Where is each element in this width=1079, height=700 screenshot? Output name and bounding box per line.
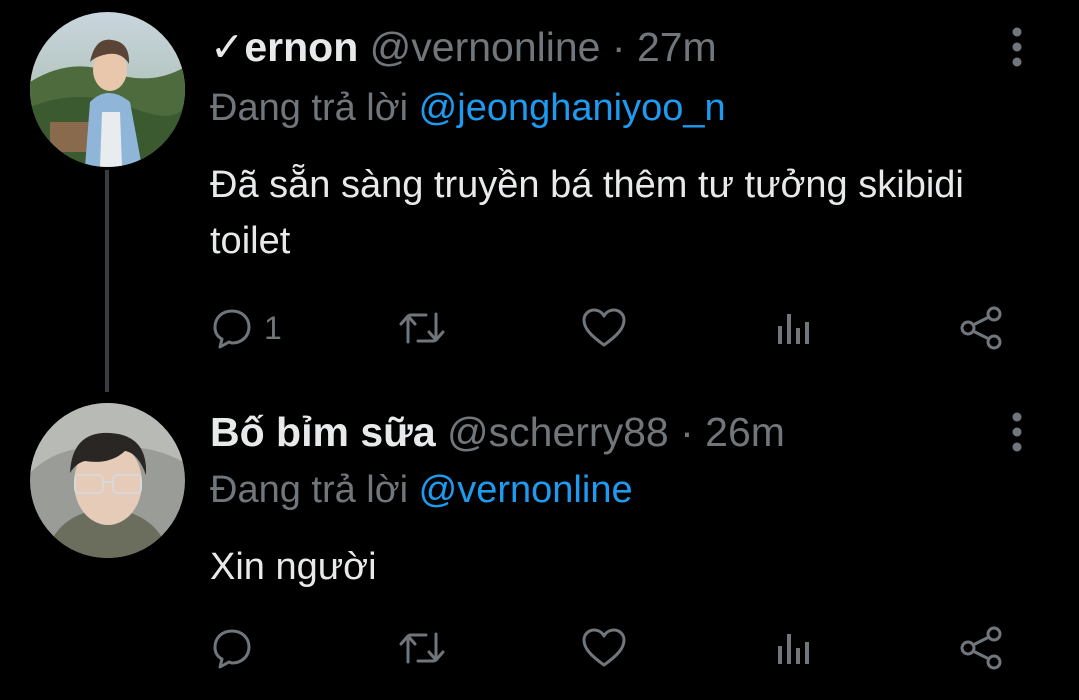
- tweet-text: Xin người: [210, 546, 377, 588]
- tweet[interactable]: Bố bỉm sữa @scherry88 · 26m Đang trả lời…: [0, 380, 1079, 700]
- bar-chart-icon: [778, 634, 809, 664]
- retweet-button[interactable]: [396, 618, 448, 678]
- reply-prefix: Đang trả lời: [210, 469, 409, 511]
- user-handle[interactable]: @scherry88: [447, 409, 669, 455]
- avatar[interactable]: [30, 12, 185, 167]
- speech-bubble-icon: [213, 629, 251, 669]
- share-button[interactable]: [958, 298, 1006, 358]
- bar-chart-icon: [778, 314, 809, 344]
- vertical-dots-icon[interactable]: [1005, 22, 1029, 72]
- like-button[interactable]: [580, 618, 628, 678]
- share-icon: [960, 306, 1002, 350]
- reply-button[interactable]: 1: [210, 298, 282, 358]
- retweet-icon: [399, 312, 445, 344]
- share-button[interactable]: [958, 618, 1006, 678]
- tweet[interactable]: ✓ernon @vernonline · 27m Đang trả lời @j…: [0, 0, 1079, 380]
- reply-mention-link[interactable]: @vernonline: [419, 469, 633, 511]
- reply-context: Đang trả lời @jeonghaniyoo_n: [210, 80, 726, 136]
- view-stats-button[interactable]: [772, 618, 816, 678]
- separator: ·: [680, 409, 694, 455]
- speech-bubble-icon: [213, 309, 251, 349]
- tweet-header: Bố bỉm sữa @scherry88 · 26m: [210, 402, 989, 462]
- reply-mention-link[interactable]: @jeonghaniyoo_n: [419, 87, 726, 129]
- tweet-text: Đã sẵn sàng truyền bá thêm tư tưởng skib…: [210, 164, 964, 262]
- retweet-button[interactable]: [396, 298, 448, 358]
- reply-prefix: Đang trả lời: [210, 87, 409, 129]
- view-stats-button[interactable]: [772, 298, 816, 358]
- display-name[interactable]: Bố bỉm sữa: [210, 409, 436, 455]
- share-icon: [960, 626, 1002, 670]
- heart-icon: [582, 308, 626, 347]
- vertical-dots-icon[interactable]: [1005, 407, 1029, 457]
- heart-icon: [582, 628, 626, 667]
- tweet-header: ✓ernon @vernonline · 27m: [210, 17, 989, 77]
- like-button[interactable]: [580, 298, 628, 358]
- reply-count: 1: [264, 309, 282, 346]
- reply-context: Đang trả lời @vernonline: [210, 462, 633, 518]
- separator: ·: [611, 24, 626, 70]
- avatar[interactable]: [30, 403, 185, 558]
- user-handle[interactable]: @vernonline: [370, 24, 601, 70]
- action-bar: 1: [210, 298, 1030, 358]
- timestamp[interactable]: 27m: [637, 24, 717, 70]
- action-bar: [210, 618, 1030, 678]
- timestamp[interactable]: 26m: [705, 409, 785, 455]
- display-name[interactable]: ✓ernon: [210, 24, 358, 70]
- reply-button[interactable]: [210, 618, 264, 678]
- retweet-icon: [399, 632, 445, 664]
